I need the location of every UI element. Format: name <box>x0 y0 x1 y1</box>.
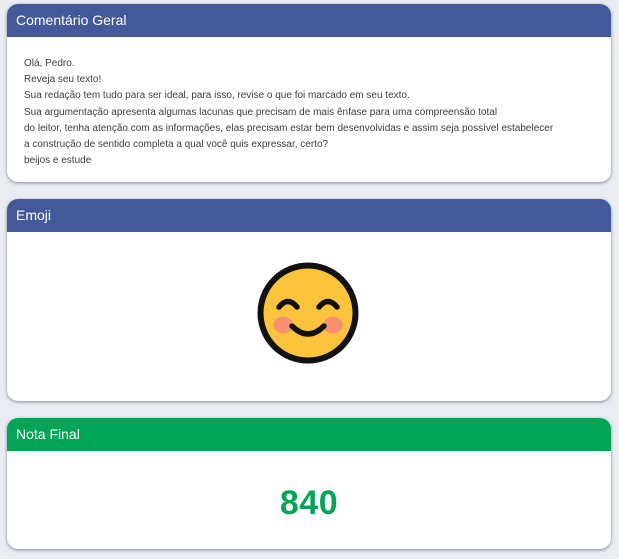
final-grade-card: Nota Final 840 <box>7 418 611 549</box>
comment-line: Sua argumentação apresenta algumas lacun… <box>24 106 498 118</box>
comment-line: Reveja seu texto! <box>24 74 102 86</box>
comment-line: Olá, Pedro. <box>24 58 75 69</box>
comment-line: beijos e estude <box>24 155 92 167</box>
comment-line: do leitor, tenha atenção com as informaç… <box>24 122 554 134</box>
smiling-face-icon <box>257 262 359 364</box>
final-grade-title: Nota Final <box>7 418 611 451</box>
final-grade-value: 840 <box>279 484 339 522</box>
emoji-title: Emoji <box>7 199 611 232</box>
general-comment-title: Comentário Geral <box>7 4 611 37</box>
general-comment-card: Comentário Geral Olá, Pedro. Reveja seu … <box>7 4 611 182</box>
comment-line: a construção de sentido completa a qual … <box>24 139 329 151</box>
comment-line: Sua redação tem tudo para ser ideal, par… <box>24 90 410 102</box>
smiling-face-svg <box>257 262 359 364</box>
general-comment-text: Olá, Pedro. Reveja seu texto! Sua redaçã… <box>7 37 611 169</box>
emoji-card: Emoji <box>7 199 611 401</box>
